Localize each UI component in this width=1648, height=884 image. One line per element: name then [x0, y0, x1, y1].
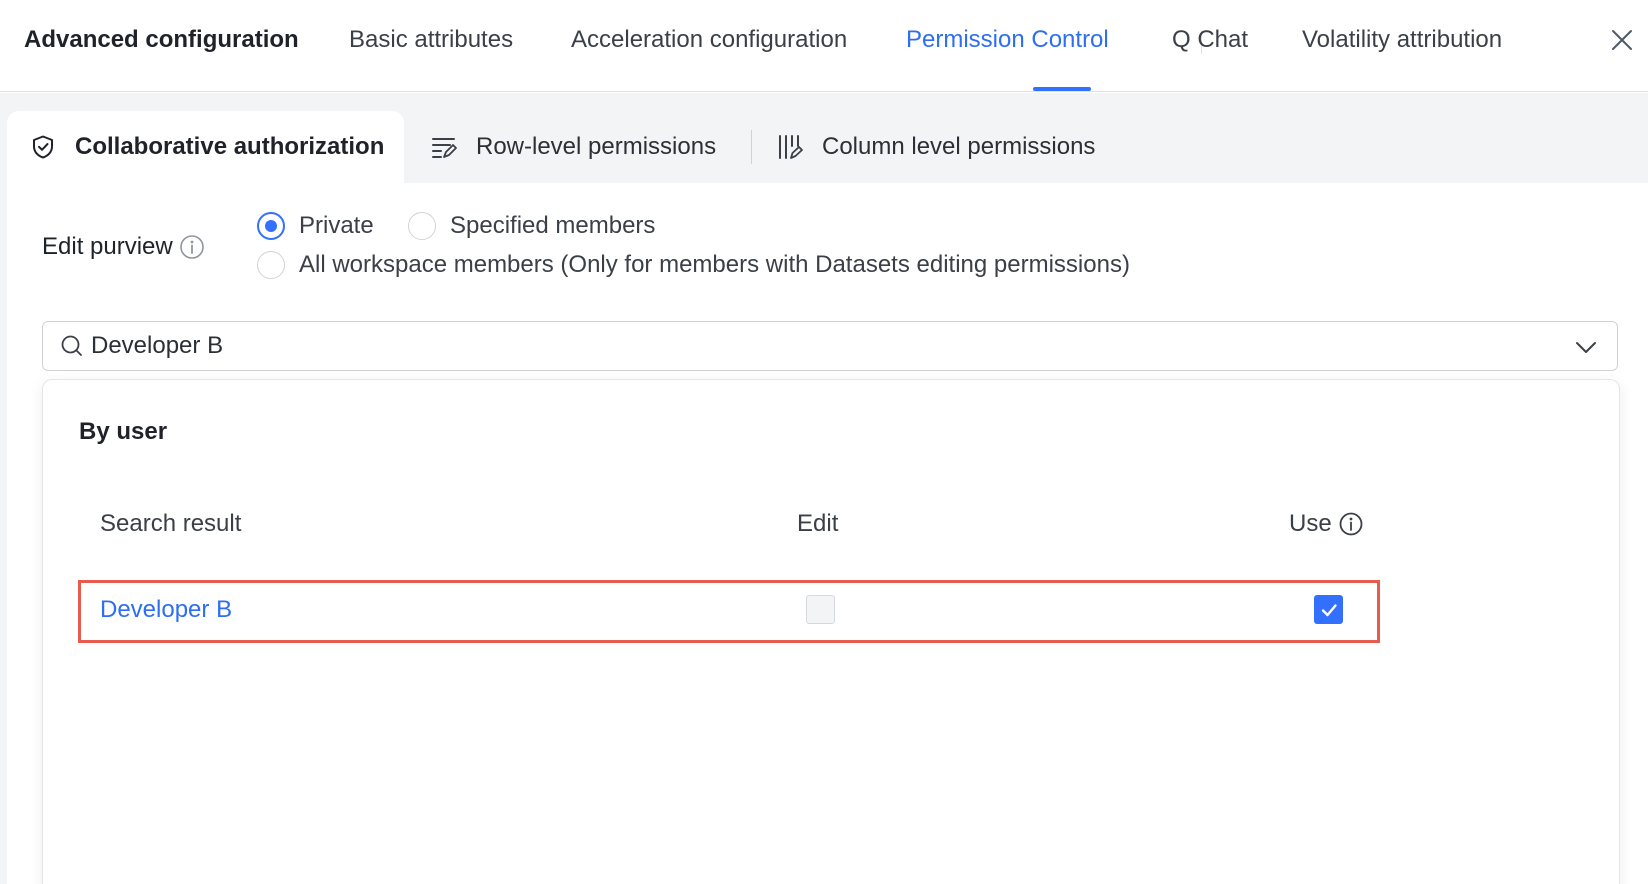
result-user-name[interactable]: Developer B [100, 596, 232, 624]
tab-permission-control[interactable]: Permission Control [906, 26, 1109, 54]
column-header-edit: Edit [797, 510, 839, 537]
radio-button[interactable] [257, 251, 285, 279]
radio-button[interactable] [408, 212, 436, 240]
radio-all-workspace-members[interactable]: All workspace members (Only for members … [257, 251, 1130, 279]
row-filter-icon [430, 133, 458, 161]
edit-purview-text: Edit purview [42, 233, 173, 260]
column-header-use: Use [1289, 510, 1364, 538]
tab-acceleration-configuration[interactable]: Acceleration configuration [571, 26, 847, 54]
subtab-label: Row-level permissions [476, 133, 717, 160]
radio-label: Specified members [450, 212, 656, 239]
edit-permission-checkbox[interactable] [806, 595, 835, 624]
column-filter-icon [776, 133, 804, 161]
highlighted-result-row [78, 580, 1380, 643]
subtab-divider [751, 130, 752, 164]
subtab-collaborative-authorization[interactable]: Collaborative authorization [7, 111, 404, 183]
subtab-row-level-permissions[interactable]: Row-level permissions [430, 111, 716, 183]
info-icon[interactable] [1338, 511, 1364, 537]
checkmark-icon [1321, 603, 1337, 616]
search-icon [59, 333, 85, 359]
radio-private[interactable]: Private [257, 212, 374, 240]
search-input[interactable] [91, 332, 1491, 360]
tab-basic-attributes[interactable]: Basic attributes [349, 26, 513, 54]
page-title: Advanced configuration [24, 26, 299, 53]
subtab-column-level-permissions[interactable]: Column level permissions [776, 111, 1095, 183]
close-icon[interactable] [1610, 28, 1634, 56]
radio-specified-members[interactable]: Specified members [408, 212, 655, 240]
member-search-select[interactable] [42, 321, 1618, 371]
active-tab-indicator [1033, 87, 1091, 91]
tab-volatility-attribution[interactable]: Volatility attribution [1302, 26, 1502, 54]
top-header: Advanced configuration Basic attributes … [0, 0, 1648, 92]
subtab-label: Column level permissions [822, 133, 1096, 160]
tab-q-chat[interactable]: Q Chat [1172, 26, 1248, 54]
radio-label: All workspace members (Only for members … [299, 251, 1130, 278]
subtab-label: Collaborative authorization [75, 133, 385, 160]
radio-label: Private [299, 212, 374, 239]
column-header-use-label: Use [1289, 510, 1332, 537]
use-permission-checkbox[interactable] [1314, 595, 1343, 624]
column-header-search-result: Search result [100, 510, 242, 537]
shield-check-icon [29, 133, 57, 161]
radio-button-checked[interactable] [257, 212, 285, 240]
info-icon[interactable] [179, 234, 205, 260]
edit-purview-label: Edit purview [42, 233, 205, 261]
section-title-by-user: By user [79, 418, 168, 445]
chevron-down-icon[interactable] [1573, 334, 1599, 360]
